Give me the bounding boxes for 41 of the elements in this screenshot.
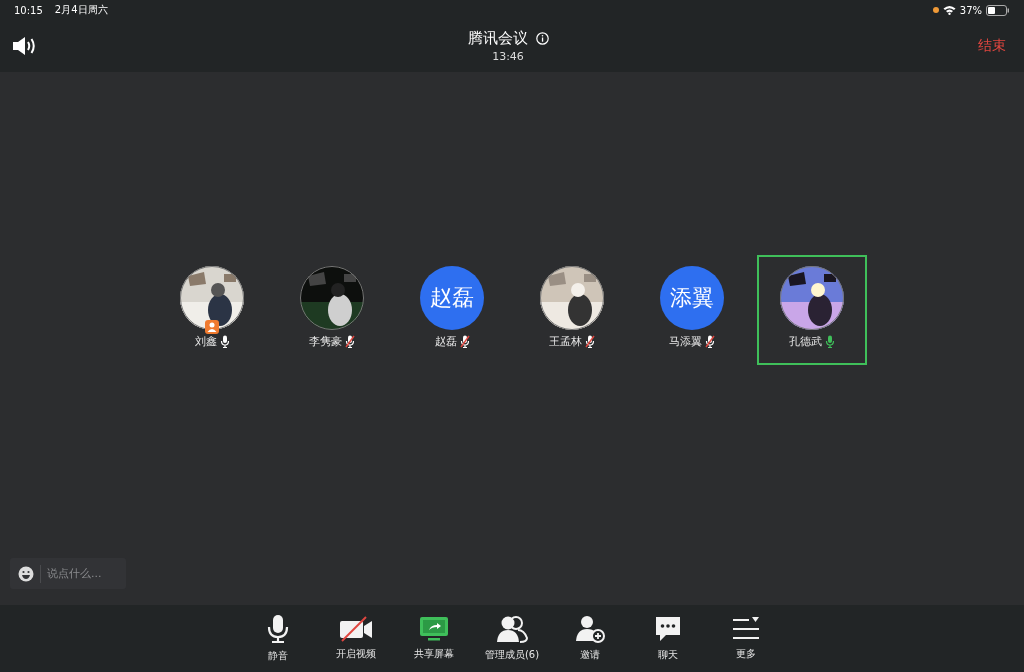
toolbar-button[interactable]: 共享屏幕 [395,605,473,672]
participant-name: 马添翼 [669,334,702,349]
speaker-icon[interactable] [12,36,38,56]
meeting-title: 腾讯会议 [467,29,528,48]
battery-percent: 37% [959,4,982,16]
emoji-icon[interactable] [18,565,34,582]
status-date: 2月4日周六 [54,3,108,17]
participant-tile[interactable]: 刘鑫 [157,255,267,365]
end-meeting-button[interactable]: 结束 [978,37,1006,55]
participant-name: 孔德武 [789,334,822,349]
share-screen-icon [419,616,449,642]
meeting-duration: 13:46 [492,50,524,63]
message-input[interactable]: 说点什么... [47,567,117,580]
participant-name: 王孟林 [549,334,582,349]
participant-tile[interactable]: 王孟林 [517,255,627,365]
toolbar-button[interactable]: 开启视频 [317,605,395,672]
participant-tile[interactable]: 李隽豪 [277,255,387,365]
toolbar-button[interactable]: 管理成员(6) [473,605,551,672]
participant-name: 李隽豪 [309,334,342,349]
members-icon [496,615,528,643]
initials-avatar: 添翼 [660,266,724,330]
toolbar-button[interactable]: 更多 [707,605,785,672]
chat-input-field[interactable]: 说点什么... [10,558,126,589]
chat-icon [654,615,682,643]
participant-name: 赵磊 [434,334,457,349]
participant-tile[interactable]: 赵磊 赵磊 [397,255,507,365]
battery-icon [986,4,1010,16]
participant-tile[interactable]: 孔德武 [757,255,867,365]
menu-icon [732,616,760,642]
wifi-icon [942,5,956,15]
participant-name: 刘鑫 [194,334,217,349]
info-icon[interactable] [535,32,549,45]
toolbar-button[interactable]: 邀请 [551,605,629,672]
toolbar-button[interactable]: 聊天 [629,605,707,672]
toolbar-button[interactable]: 静音 [239,605,317,672]
participant-tile[interactable]: 添翼 马添翼 [637,255,747,365]
clock-time: 10:15 [14,4,43,16]
initials-avatar: 赵磊 [420,266,484,330]
add-person-icon [575,615,605,643]
mic-icon [267,614,289,644]
video-off-icon [339,616,373,642]
